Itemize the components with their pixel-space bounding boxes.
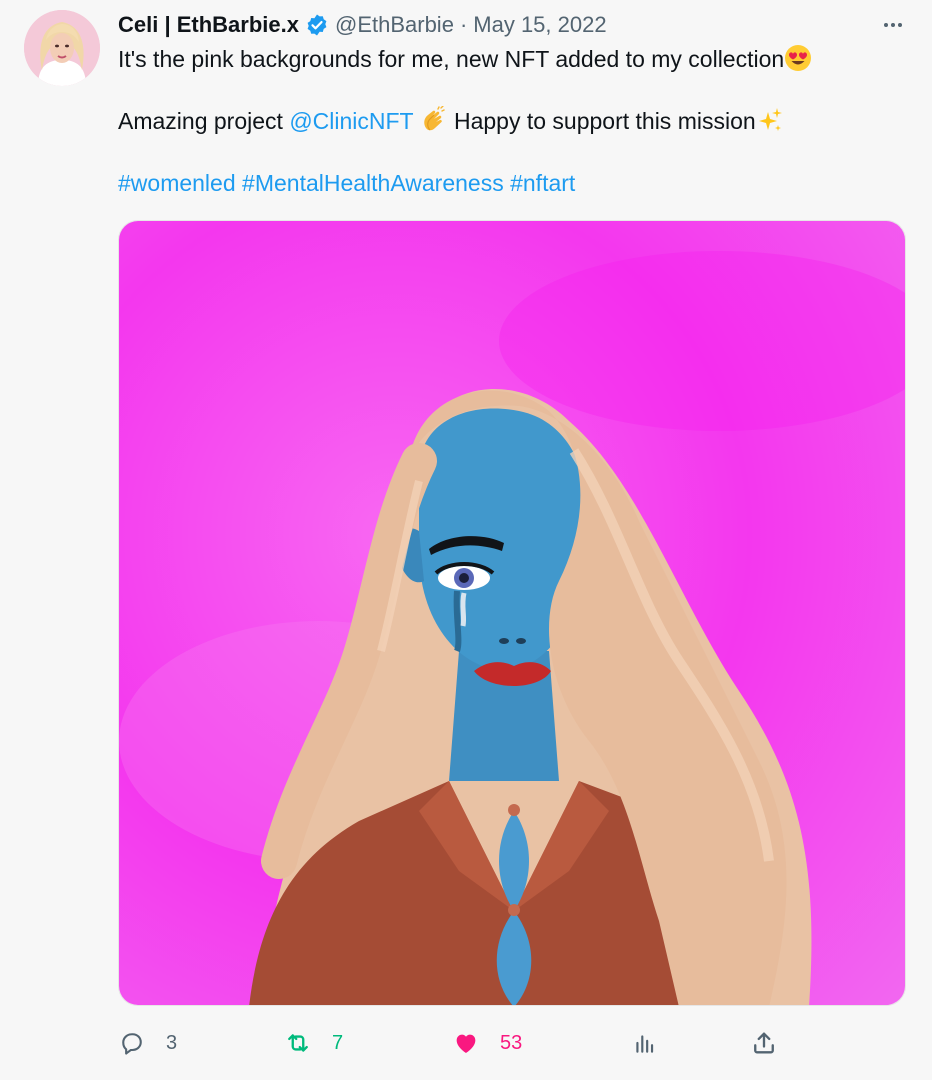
hashtag-nftart[interactable]: #nftart	[510, 170, 575, 196]
share-button[interactable]	[750, 1022, 778, 1064]
tweet-text-prefix: Amazing project	[118, 108, 290, 134]
more-options-icon[interactable]	[878, 10, 908, 40]
author-handle[interactable]: @EthBarbie	[335, 12, 454, 38]
tweet-content: Celi | EthBarbie.x @EthBarbie · May 15, …	[118, 0, 908, 199]
like-button[interactable]: 53	[452, 1022, 522, 1064]
share-upload-icon	[754, 1032, 774, 1054]
retweet-icon	[288, 1034, 308, 1052]
separator-dot: ·	[459, 12, 468, 37]
hashtag-mentalhealthawareness[interactable]: #MentalHealthAwareness	[242, 170, 504, 196]
heart-eyes-emoji-icon	[784, 44, 812, 72]
tweet-text-line-3: #womenled #MentalHealthAwareness #nftart	[118, 168, 908, 199]
retweet-button[interactable]: 7	[284, 1022, 343, 1064]
tweet-media-image[interactable]	[118, 220, 906, 1006]
retweet-count: 7	[332, 1031, 344, 1054]
reply-button[interactable]: 3	[118, 1022, 177, 1064]
tweet-date[interactable]: May 15, 2022	[473, 12, 606, 38]
reply-count: 3	[166, 1031, 178, 1054]
like-count: 53	[500, 1031, 523, 1054]
tweet-action-bar: 3 7 53	[118, 1022, 908, 1064]
views-button[interactable]	[632, 1022, 658, 1064]
tweet-text-line-1: It's the pink backgrounds for me, new NF…	[118, 44, 908, 75]
clapping-hands-emoji-icon	[420, 105, 448, 134]
heart-icon	[456, 1034, 476, 1053]
mention-link[interactable]: @ClinicNFT	[289, 108, 413, 134]
tweet-text: It's the pink backgrounds for me, new NF…	[118, 44, 908, 199]
tweet-header: Celi | EthBarbie.x @EthBarbie · May 15, …	[118, 0, 908, 50]
views-chart-icon	[636, 1035, 654, 1053]
tweet-text-line-2: Amazing project @ClinicNFT Happy to supp…	[118, 105, 908, 137]
nft-artwork-illustration	[119, 221, 905, 1005]
tweet-text-suffix: Happy to support this mission	[447, 108, 756, 134]
tweet: Celi | EthBarbie.x @EthBarbie · May 15, …	[0, 0, 932, 1080]
sparkles-emoji-icon	[756, 106, 784, 134]
reply-icon	[122, 1033, 142, 1055]
hashtag-womenled[interactable]: #womenled	[118, 170, 236, 196]
avatar[interactable]	[24, 10, 100, 86]
tweet-text-main: It's the pink backgrounds for me, new NF…	[118, 46, 785, 72]
author-name[interactable]: Celi | EthBarbie.x	[118, 12, 299, 38]
verified-badge-icon	[305, 13, 329, 37]
